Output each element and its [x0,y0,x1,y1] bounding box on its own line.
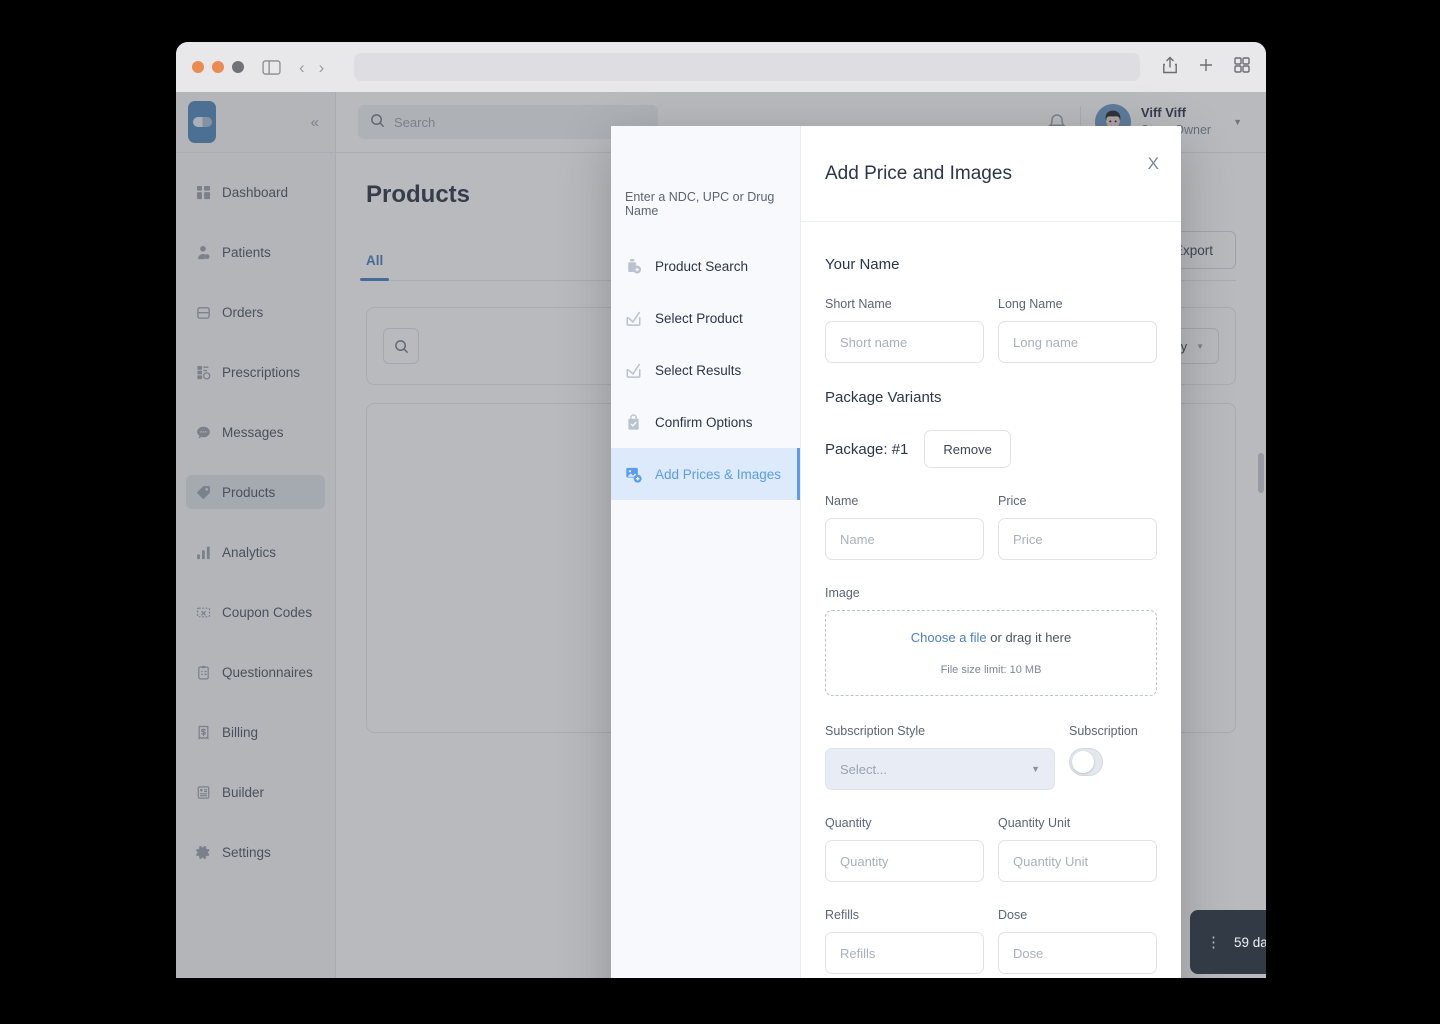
choose-a-file-link[interactable]: Choose a file [911,630,987,645]
modal-body: Add Price and Images X Your Name Short N… [801,126,1181,978]
checkbox-icon [625,310,642,327]
modal-step-confirm-options[interactable]: Confirm Options [611,396,800,448]
address-bar[interactable] [354,53,1140,81]
modal-step-label: Add Prices & Images [655,467,781,482]
subscription-style-value: Select... [840,762,887,777]
image-dropzone[interactable]: Choose a file or drag it here File size … [825,610,1157,696]
browser-window: ‹ › [176,42,1266,978]
modal-step-label: Select Results [655,363,741,378]
forward-icon[interactable]: › [319,59,325,76]
share-icon[interactable] [1162,56,1178,79]
your-name-section-title: Your Name [825,256,1157,273]
refills-label: Refills [825,908,984,922]
back-icon[interactable]: ‹ [299,59,305,76]
modal-step-product-search[interactable]: Product Search [611,240,800,292]
tab-overview-icon[interactable] [1234,57,1250,78]
subscription-toggle[interactable] [1069,748,1103,776]
long-name-label: Long Name [998,297,1157,311]
long-name-input[interactable] [998,321,1157,363]
sidebar-toggle-icon[interactable] [262,60,281,75]
dose-field: Dose [998,908,1157,974]
dropzone-main-text: Choose a file or drag it here [911,630,1071,645]
trial-text: 59 days left in your trial [1234,935,1266,950]
package-header: Package: #1 Remove [825,430,1157,468]
quantity-row: Quantity Quantity Unit [825,816,1157,882]
steps-hint: Enter a NDC, UPC or Drug Name [611,190,800,240]
modal-form: Your Name Short Name Long Name Package V… [801,222,1181,978]
more-options-icon[interactable]: ⋮ [1206,935,1221,950]
file-size-limit-text: File size limit: 10 MB [941,664,1042,676]
subscription-row: Subscription Style Select... ▼ Subscript… [825,724,1157,790]
package-price-label: Price [998,494,1157,508]
browser-chrome: ‹ › [176,42,1266,92]
chevron-down-icon: ▼ [1031,764,1040,774]
subscription-toggle-field: Subscription [1069,724,1157,790]
toggle-knob [1072,751,1094,773]
close-window-button[interactable] [192,61,204,73]
quantity-unit-input[interactable] [998,840,1157,882]
quantity-input[interactable] [825,840,984,882]
bag-check-icon [625,414,642,431]
checkbox-icon [625,362,642,379]
image-plus-icon [625,466,642,483]
modal-step-label: Select Product [655,311,743,326]
maximize-window-button[interactable] [232,61,244,73]
pill-bottle-icon [625,258,642,275]
short-name-input[interactable] [825,321,984,363]
short-name-label: Short Name [825,297,984,311]
minimize-window-button[interactable] [212,61,224,73]
add-price-and-images-modal: Enter a NDC, UPC or Drug Name Product Se… [611,126,1181,978]
dose-label: Dose [998,908,1157,922]
chrome-right-actions [1162,56,1250,79]
remove-package-button[interactable]: Remove [924,430,1010,468]
package-name-input[interactable] [825,518,984,560]
quantity-unit-label: Quantity Unit [998,816,1157,830]
short-name-field: Short Name [825,297,984,363]
refills-row: Refills Dose [825,908,1157,974]
steps-list: Product Search Select Product Select Resul… [611,240,800,500]
modal-step-rail: Enter a NDC, UPC or Drug Name Product Se… [611,126,801,978]
package-name-field: Name [825,494,984,560]
dropzone-rest-text: or drag it here [987,630,1072,645]
package-number-label: Package: #1 [825,441,908,458]
quantity-unit-field: Quantity Unit [998,816,1157,882]
modal-title: Add Price and Images [825,163,1012,185]
subscription-toggle-label: Subscription [1069,724,1157,738]
modal-step-select-results[interactable]: Select Results [611,344,800,396]
modal-step-add-prices-images[interactable]: Add Prices & Images [611,448,800,500]
package-name-label: Name [825,494,984,508]
refills-input[interactable] [825,932,984,974]
trial-banner[interactable]: ⋮ 59 days left in your trial ▲ [1190,910,1266,974]
close-icon[interactable]: X [1148,154,1159,174]
package-price-input[interactable] [998,518,1157,560]
long-name-field: Long Name [998,297,1157,363]
refills-field: Refills [825,908,984,974]
modal-step-label: Confirm Options [655,415,753,430]
quantity-label: Quantity [825,816,984,830]
browser-nav-arrows: ‹ › [299,59,324,76]
modal-step-select-product[interactable]: Select Product [611,292,800,344]
modal-header: Add Price and Images X [801,126,1181,222]
new-tab-icon[interactable] [1198,57,1214,78]
name-field-row: Short Name Long Name [825,297,1157,363]
subscription-style-label: Subscription Style [825,724,1055,738]
dose-input[interactable] [998,932,1157,974]
image-label: Image [825,586,1157,600]
traffic-lights [192,61,244,73]
modal-step-label: Product Search [655,259,748,274]
package-field-row: Name Price [825,494,1157,560]
package-variants-section-title: Package Variants [825,389,1157,406]
quantity-field: Quantity [825,816,984,882]
package-price-field: Price [998,494,1157,560]
subscription-style-select[interactable]: Select... ▼ [825,748,1055,790]
subscription-style-field: Subscription Style Select... ▼ [825,724,1055,790]
